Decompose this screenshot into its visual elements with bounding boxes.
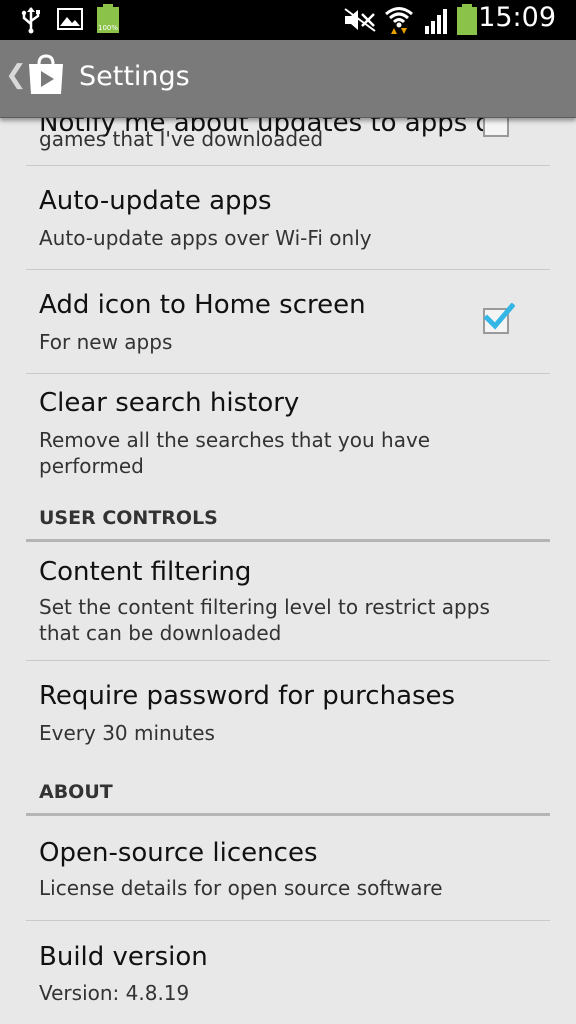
mute-icon [344, 8, 376, 32]
setting-auto-update[interactable]: Auto-update apps Auto-update apps over W… [26, 166, 550, 270]
status-time: 15:09 [478, 2, 556, 33]
action-bar: ❮ Settings [0, 40, 576, 118]
setting-title: Add icon to Home screen [39, 290, 366, 320]
chevron-left-icon: ❮ [5, 60, 27, 90]
setting-title: Content filtering [39, 557, 252, 587]
setting-add-icon[interactable]: Add icon to Home screen For new apps [26, 270, 550, 374]
setting-summary: Version: 4.8.19 [39, 981, 190, 1005]
setting-require-password[interactable]: Require password for purchases Every 30 … [26, 661, 550, 764]
setting-summary: For new apps [39, 330, 173, 354]
settings-list: Notify me about updates to apps or games… [0, 117, 576, 1024]
wifi-icon [385, 7, 413, 34]
setting-clear-history[interactable]: Clear search history Remove all the sear… [26, 374, 550, 494]
section-label: USER CONTROLS [39, 507, 218, 529]
signal-icon [425, 9, 447, 34]
setting-summary: Every 30 minutes [39, 721, 215, 745]
section-header-about: ABOUT [26, 765, 550, 816]
setting-build-version[interactable]: Build version Version: 4.8.19 [26, 921, 550, 1024]
setting-title: Clear search history [39, 388, 300, 418]
setting-title: Open-source licences [39, 838, 318, 868]
setting-summary: games that I've downloaded [39, 127, 324, 151]
battery-icon: 100% [96, 4, 120, 34]
up-navigation[interactable]: ❮ Settings [0, 40, 260, 117]
play-store-icon [29, 54, 63, 94]
setting-content-filtering[interactable]: Content filtering Set the content filter… [26, 542, 550, 661]
battery-icon [456, 4, 478, 36]
image-icon [57, 8, 83, 30]
section-header-user-controls: USER CONTROLS [26, 494, 550, 542]
setting-title: Auto-update apps [39, 186, 272, 216]
notify-checkbox[interactable] [483, 117, 509, 137]
setting-open-source[interactable]: Open-source licences License details for… [26, 816, 550, 921]
checkmark-icon [483, 303, 515, 330]
battery-percent: 100% [97, 24, 118, 32]
setting-summary: Remove all the searches that you have pe… [39, 428, 431, 478]
usb-icon [21, 7, 40, 34]
setting-summary: Auto-update apps over Wi-Fi only [39, 226, 372, 250]
setting-summary: Set the content filtering level to restr… [39, 595, 490, 645]
setting-summary: License details for open source software [39, 876, 443, 900]
page-title: Settings [79, 61, 190, 92]
setting-title: Require password for purchases [39, 681, 456, 711]
section-label: ABOUT [39, 781, 113, 803]
add-icon-checkbox[interactable] [483, 303, 515, 334]
setting-title: Build version [39, 942, 208, 972]
setting-notify-updates[interactable]: Notify me about updates to apps or games… [26, 117, 550, 166]
status-bar: 100% 15:09 [0, 0, 576, 40]
